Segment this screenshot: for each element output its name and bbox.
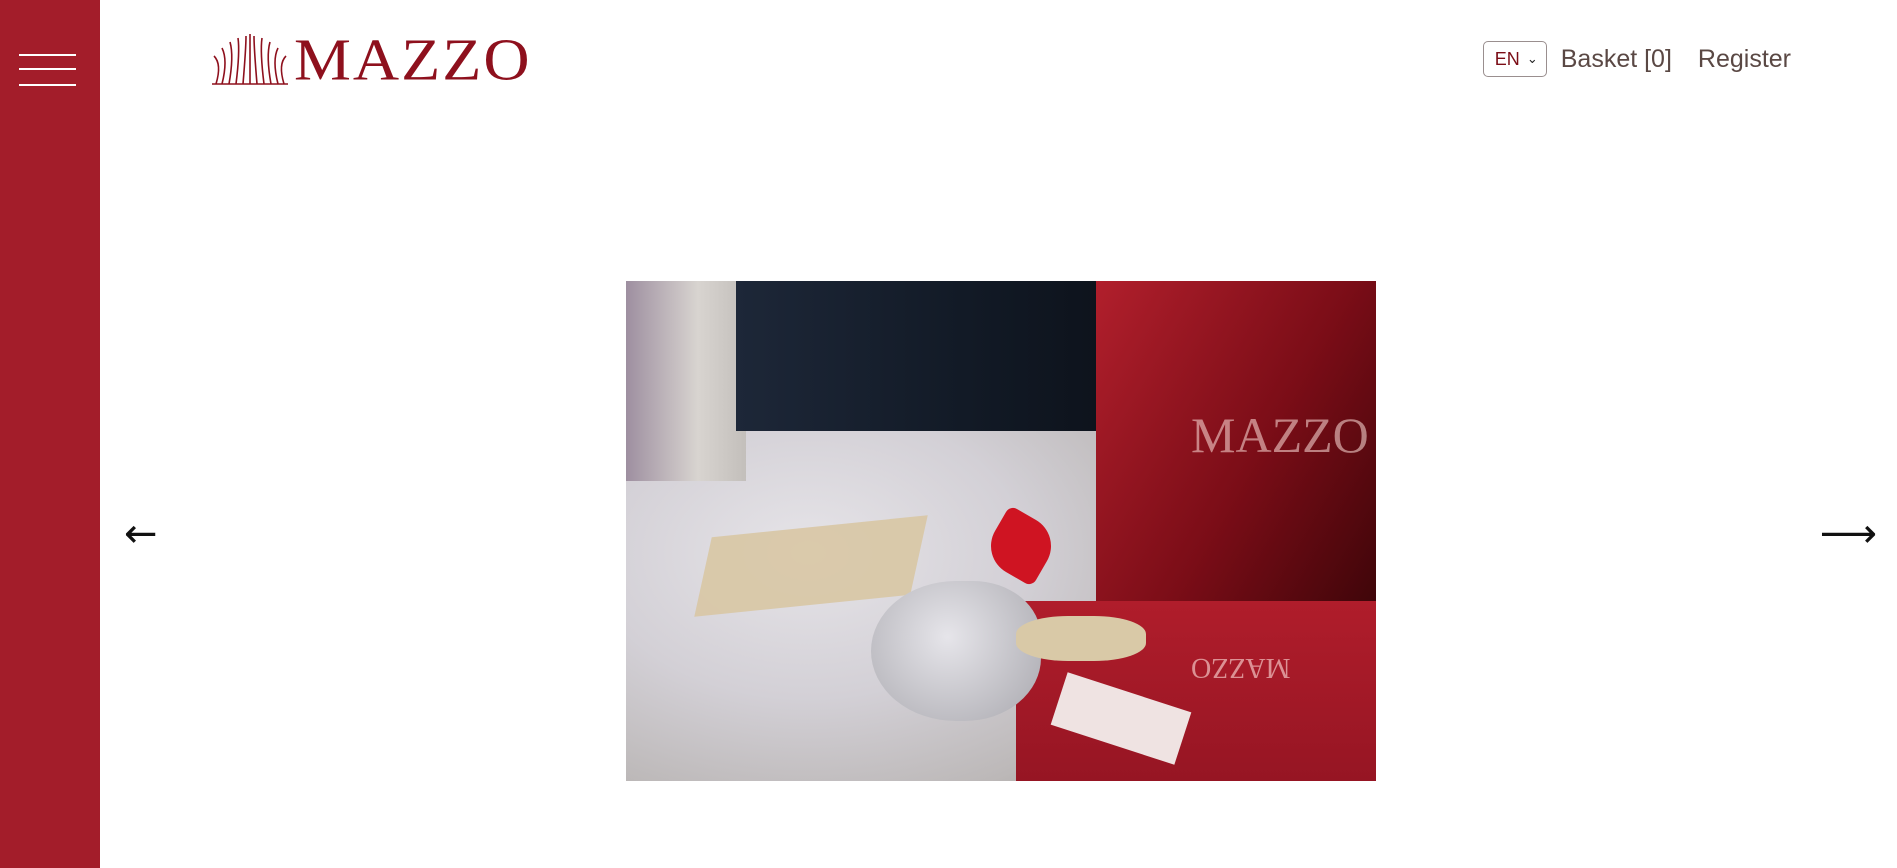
quilted-pouch bbox=[871, 581, 1041, 721]
brand-logo[interactable]: MAZZO bbox=[212, 26, 532, 93]
crown-icon bbox=[212, 34, 288, 85]
bag-logo-text: MAZZO bbox=[1191, 407, 1369, 463]
menu-line bbox=[19, 84, 76, 86]
slider-image: MAZZO MAZZO bbox=[626, 281, 1376, 781]
window bbox=[626, 281, 746, 481]
hamburger-menu-icon[interactable] bbox=[19, 52, 76, 88]
menu-line bbox=[19, 54, 76, 56]
language-select[interactable]: EN ⌄ bbox=[1482, 41, 1547, 77]
register-link[interactable]: Register bbox=[1698, 45, 1791, 74]
prev-slide-arrow-icon[interactable]: ← bbox=[124, 514, 158, 554]
chevron-down-icon: ⌄ bbox=[1526, 51, 1538, 66]
next-slide-arrow-icon[interactable]: ⟶ bbox=[1820, 514, 1877, 554]
box-logo-text: MAZZO bbox=[1191, 652, 1291, 683]
language-value: EN bbox=[1494, 48, 1520, 69]
brand-name: MAZZO bbox=[294, 26, 532, 93]
curtain bbox=[736, 281, 1116, 431]
sidebar bbox=[0, 0, 100, 868]
basket-link[interactable]: Basket [0] bbox=[1561, 45, 1672, 74]
sleep-mask bbox=[1016, 616, 1146, 661]
menu-line bbox=[19, 68, 76, 70]
header-actions: EN ⌄ Basket [0] Register bbox=[1482, 41, 1791, 77]
